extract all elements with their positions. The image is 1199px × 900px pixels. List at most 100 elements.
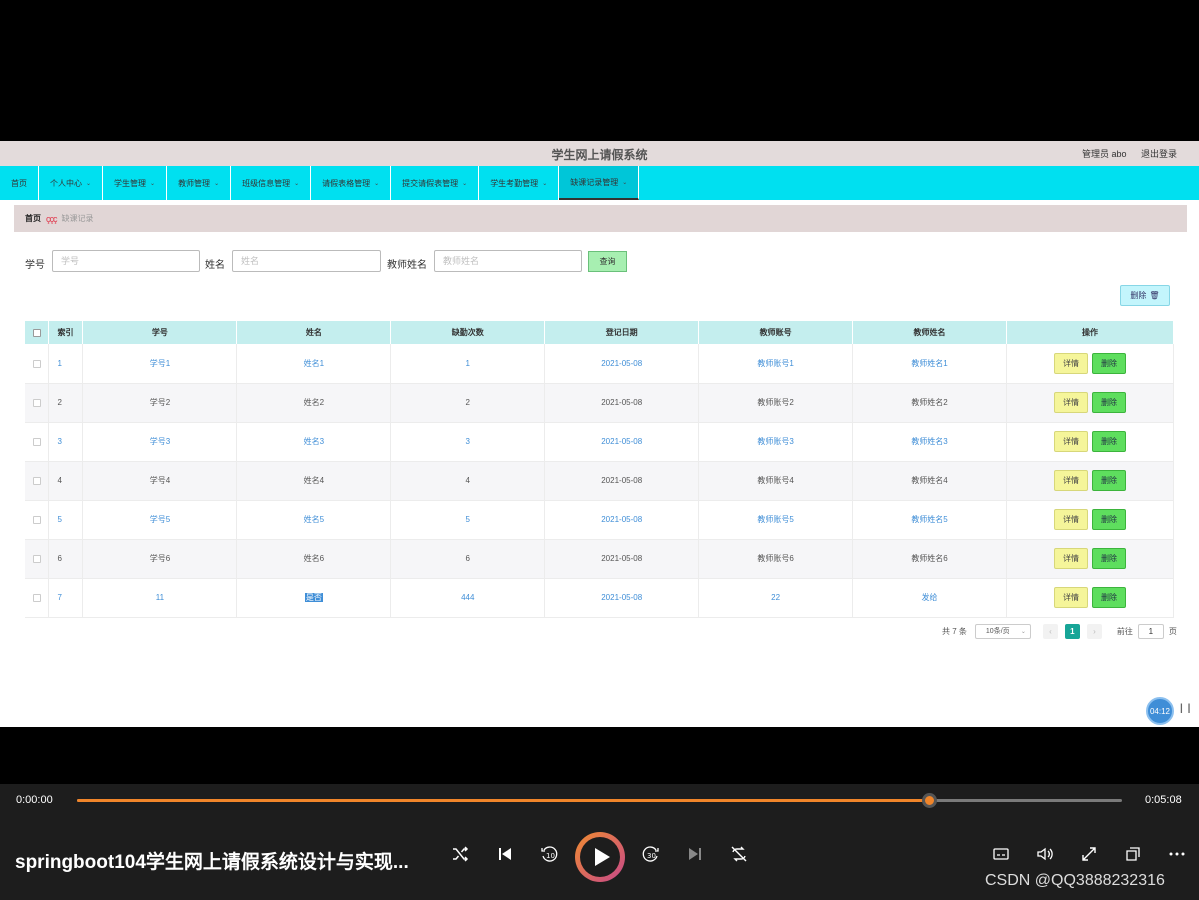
row-checkbox[interactable] [32,515,41,524]
select-all-checkbox[interactable] [32,328,41,337]
previous-icon[interactable] [496,845,514,863]
progress-bar[interactable] [77,793,1122,808]
cell-register-date: 2021-05-08 [544,500,700,540]
detail-button[interactable]: 详情 [1054,392,1088,413]
nav-item-4[interactable]: 班级信息管理 ⌄ [231,166,312,200]
delete-button[interactable]: 删除 [1092,548,1126,569]
teacher-name-input[interactable] [434,250,582,272]
row-select-cell [25,500,50,540]
cell-teacher-account: 教师账号2 [698,383,854,423]
row-checkbox[interactable] [32,437,41,446]
row-checkbox[interactable] [32,398,41,407]
nav-item-7[interactable]: 学生考勤管理 ⌄ [479,166,560,200]
nav-item-8[interactable]: 缺课记录管理 ⌄ [559,166,640,200]
nav-item-5[interactable]: 请假表格管理 ⌄ [311,166,392,200]
name-input[interactable] [232,250,381,272]
table-row[interactable]: 1 学号1 姓名1 1 2021-05-08 教师账号1 教师姓名1 详情 删除 [25,344,1174,384]
detail-button[interactable]: 详情 [1054,548,1088,569]
cell-absence-count: 3 [390,422,546,462]
chevron-down-icon: ⌄ [294,180,300,187]
batch-delete-label: 删除 [1130,291,1147,300]
main-content: 学号 姓名 教师姓名 查询 删除 🗑 索引 学号 姓名 缺勤次数 [14,238,1187,648]
page-number-current[interactable]: 1 [1064,623,1080,639]
header-actions: 操作 [1006,321,1174,344]
nav-item-3[interactable]: 教师管理 ⌄ [167,166,232,200]
fullscreen-icon[interactable] [1080,845,1098,863]
cell-index: 7 [48,578,84,618]
mini-player-icon[interactable] [1124,845,1142,863]
recording-timer[interactable]: 04:12 [1146,697,1174,725]
detail-button[interactable]: 详情 [1054,352,1088,374]
delete-button[interactable]: 删除 [1092,352,1126,374]
row-checkbox[interactable] [32,593,41,602]
table-row[interactable]: 4 学号4 姓名4 4 2021-05-08 教师账号4 教师姓名4 详情 删除 [25,461,1174,501]
delete-button[interactable]: 删除 [1092,431,1126,452]
cell-register-date: 2021-05-08 [544,383,700,423]
cell-teacher-account: 教师账号5 [698,500,854,540]
cell-teacher-account: 教师账号4 [698,461,854,501]
page-size-select[interactable]: 10条/页 ⌄ [974,623,1031,639]
delete-button[interactable]: 删除 [1092,392,1126,413]
table-row[interactable]: 6 学号6 姓名6 6 2021-05-08 教师账号6 教师姓名6 详情 删除 [25,539,1174,579]
delete-button[interactable]: 删除 [1092,509,1126,530]
table-row[interactable]: 5 学号5 姓名5 5 2021-05-08 教师账号5 教师姓名5 详情 删除 [25,500,1174,540]
delete-button[interactable]: 删除 [1092,587,1126,608]
progress-handle[interactable] [921,793,937,808]
table-row[interactable]: 7 11 是否 444 2021-05-08 22 发给 详情 删除 [25,578,1174,618]
logout-link[interactable]: 退出登录 [1141,149,1177,159]
detail-button[interactable]: 详情 [1054,509,1088,530]
rewind-10-icon[interactable]: 10 [540,845,558,863]
detail-button[interactable]: 详情 [1054,470,1088,491]
nav-item-6[interactable]: 提交请假表管理 ⌄ [391,166,480,200]
video-frame[interactable]: 学生网上请假系统 管理员 abo 退出登录 首页 个人中心 ⌄ 学生管理 ⌄ 教师管理 ⌄ 班… [0,141,1199,727]
next-icon[interactable] [686,845,704,863]
cell-actions: 详情 删除 [1006,539,1174,579]
cell-teacher-name: 教师姓名5 [852,500,1007,540]
cell-teacher-name: 发给 [852,578,1007,618]
row-checkbox[interactable] [32,476,41,485]
query-button[interactable]: 查询 [588,251,627,272]
cell-student-no: 学号4 [82,461,238,501]
user-label[interactable]: 管理员 abo [1082,149,1127,159]
nav-item-0[interactable]: 首页 [0,166,39,200]
play-button[interactable] [575,832,625,882]
breadcrumb-home[interactable]: 首页 [25,213,41,224]
nav-item-label: 学生管理 [114,178,147,188]
header-name: 姓名 [236,321,392,344]
cell-name: 姓名3 [236,422,392,462]
cell-name: 姓名5 [236,500,392,540]
cell-index: 5 [48,500,84,540]
student-no-input[interactable] [52,250,200,272]
detail-button[interactable]: 详情 [1054,587,1088,608]
cell-name: 姓名4 [236,461,392,501]
cell-teacher-name: 教师姓名2 [852,383,1007,423]
table-row[interactable]: 3 学号3 姓名3 3 2021-05-08 教师账号3 教师姓名3 详情 删除 [25,422,1174,462]
select-all-cell [25,321,50,344]
cell-actions: 详情 删除 [1006,422,1174,462]
header-teacher-name: 教师姓名 [852,321,1007,344]
goto-page-input[interactable]: 1 [1137,623,1164,639]
nav-item-1[interactable]: 个人中心 ⌄ [39,166,104,200]
next-page-button[interactable]: › [1086,623,1102,639]
prev-page-button[interactable]: ‹ [1042,623,1058,639]
svg-text:30: 30 [647,852,656,860]
volume-icon[interactable] [1036,845,1054,863]
forward-30-icon[interactable]: 30 [642,845,660,863]
more-icon[interactable] [1168,845,1186,863]
row-checkbox[interactable] [32,554,41,563]
delete-button[interactable]: 删除 [1092,470,1126,491]
nav-item-2[interactable]: 学生管理 ⌄ [103,166,168,200]
table-body: 1 学号1 姓名1 1 2021-05-08 教师账号1 教师姓名1 详情 删除 2 学号2 姓名2 2… [25,344,1174,618]
pause-icon[interactable]: | | [1180,703,1191,714]
chevron-down-icon: ⌄ [622,179,628,186]
shuffle-icon[interactable] [451,845,469,863]
repeat-off-icon[interactable] [730,845,748,863]
player-controls: 0:00:00 0:05:08 springboot104学生网上请假系统设计与… [0,784,1199,900]
batch-delete-button[interactable]: 删除 🗑 [1120,285,1170,306]
header-register-date: 登记日期 [544,321,700,344]
table-row[interactable]: 2 学号2 姓名2 2 2021-05-08 教师账号2 教师姓名2 详情 删除 [25,383,1174,423]
row-checkbox[interactable] [32,359,41,368]
detail-button[interactable]: 详情 [1054,431,1088,452]
chevron-down-icon: ⌄ [86,180,92,187]
subtitles-icon[interactable] [992,845,1010,863]
